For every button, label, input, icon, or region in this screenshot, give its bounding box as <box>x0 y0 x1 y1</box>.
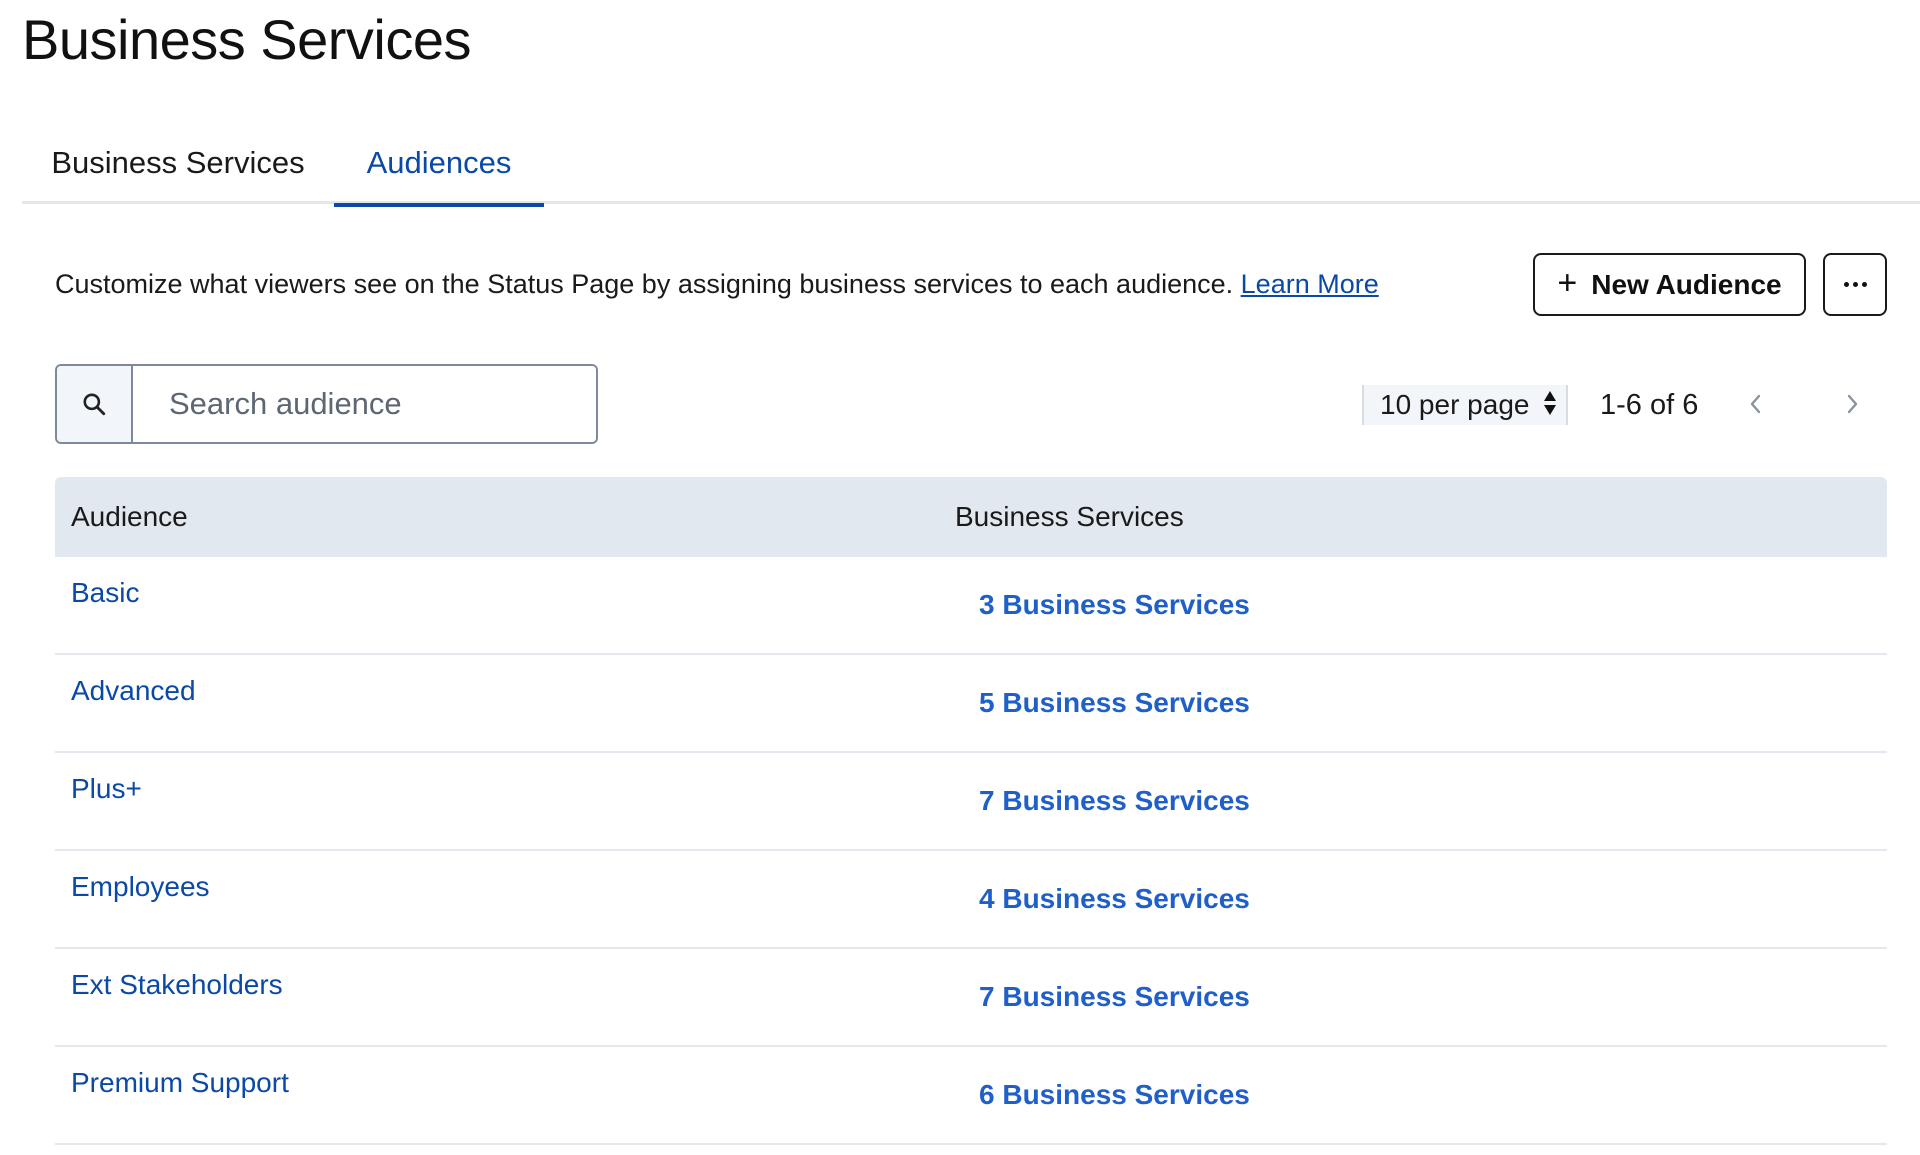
table-row: Employees 4 Business Services <box>55 851 1887 949</box>
page-title: Business Services <box>22 8 472 71</box>
business-services-link[interactable]: 6 Business Services <box>979 1077 1250 1113</box>
business-services-link[interactable]: 7 Business Services <box>979 783 1250 819</box>
pagination-range: 1-6 of 6 <box>1600 389 1699 421</box>
new-audience-label: New Audience <box>1591 268 1782 300</box>
business-services-link[interactable]: 4 Business Services <box>979 881 1250 917</box>
audience-link[interactable]: Ext Stakeholders <box>71 967 283 1003</box>
chevron-left-icon <box>1750 394 1761 414</box>
search-icon <box>57 366 133 442</box>
new-audience-button[interactable]: + New Audience <box>1533 253 1806 316</box>
audience-link[interactable]: Employees <box>71 869 210 905</box>
description-text: Customize what viewers see on the Status… <box>55 269 1241 299</box>
tab-business-services[interactable]: Business Services <box>22 128 334 204</box>
learn-more-link[interactable]: Learn More <box>1241 269 1379 299</box>
column-header-audience: Audience <box>71 501 188 532</box>
next-page-button[interactable] <box>1832 384 1872 424</box>
page: Business Services Business Services Audi… <box>0 0 1920 1155</box>
more-actions-button[interactable] <box>1823 253 1887 316</box>
search-input[interactable] <box>133 366 596 442</box>
table-header: Audience Business Services <box>55 477 1887 557</box>
more-horizontal-icon <box>1843 282 1867 287</box>
business-services-link[interactable]: 7 Business Services <box>979 979 1250 1015</box>
business-services-link[interactable]: 3 Business Services <box>979 587 1250 623</box>
chevron-right-icon <box>1847 394 1858 414</box>
per-page-select[interactable]: 10 per page <box>1362 385 1568 425</box>
table-row: Plus+ 7 Business Services <box>55 753 1887 851</box>
sort-arrows-icon <box>1544 391 1556 415</box>
description: Customize what viewers see on the Status… <box>55 266 1379 302</box>
previous-page-button[interactable] <box>1736 384 1776 424</box>
audiences-table: Audience Business Services Basic 3 Busin… <box>55 477 1887 1145</box>
search-box <box>55 364 598 444</box>
table-row: Advanced 5 Business Services <box>55 655 1887 753</box>
audience-link[interactable]: Basic <box>71 575 139 611</box>
table-row: Premium Support 6 Business Services <box>55 1047 1887 1145</box>
table-row: Basic 3 Business Services <box>55 557 1887 655</box>
tab-bar: Business Services Audiences <box>22 128 1920 207</box>
column-header-business-services: Business Services <box>955 501 1184 532</box>
business-services-link[interactable]: 5 Business Services <box>979 685 1250 721</box>
audience-link[interactable]: Premium Support <box>71 1065 289 1101</box>
audience-link[interactable]: Plus+ <box>71 771 142 807</box>
table-row: Ext Stakeholders 7 Business Services <box>55 949 1887 1047</box>
tab-audiences[interactable]: Audiences <box>334 128 544 207</box>
plus-icon: + <box>1557 264 1578 302</box>
per-page-label: 10 per page <box>1380 389 1530 420</box>
audience-link[interactable]: Advanced <box>71 673 196 709</box>
